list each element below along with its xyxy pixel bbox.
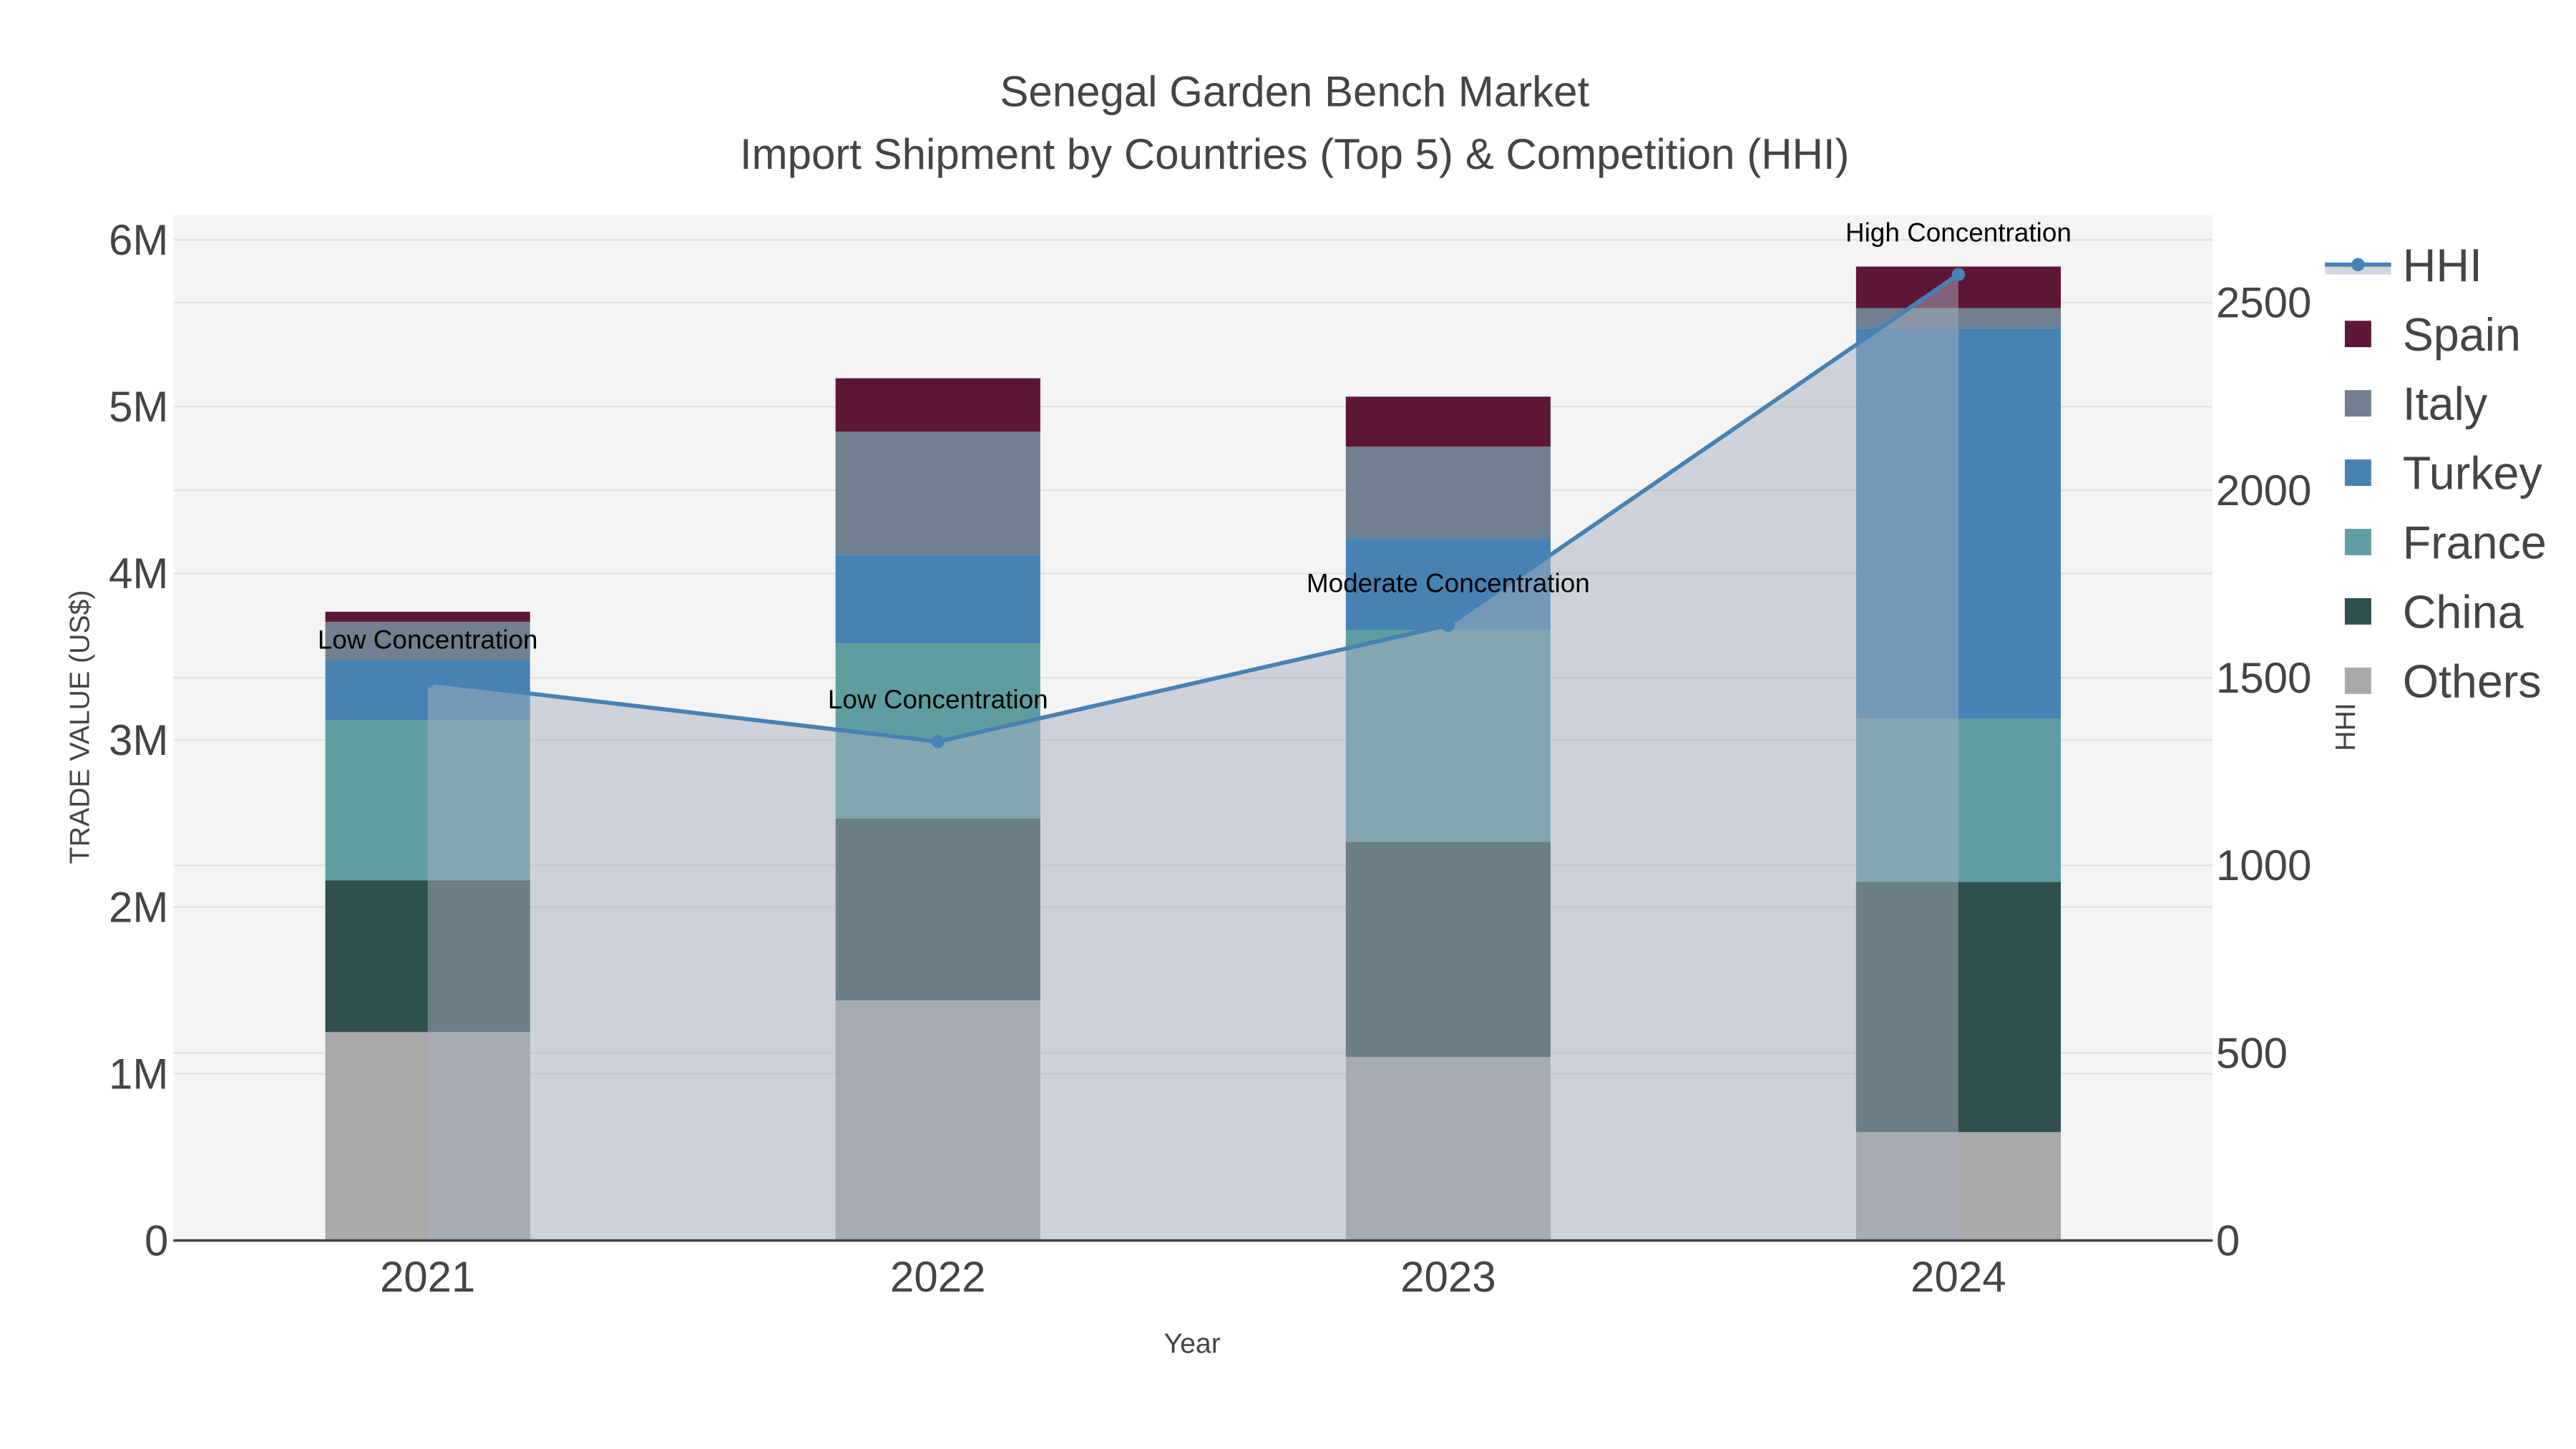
legend-label-spain: Spain [2403, 309, 2521, 361]
y2-tick-label: 2000 [2216, 467, 2311, 514]
legend-swatch-spain [2344, 321, 2371, 348]
chart-subtitle: Import Shipment by Countries (Top 5) & C… [740, 130, 1850, 178]
bar-italy-2022 [835, 431, 1040, 555]
y-tick-label: 5M [109, 383, 168, 431]
legend-label-france: France [2403, 517, 2547, 569]
legend-swatch-others [2344, 667, 2371, 694]
legend-label-italy: Italy [2403, 379, 2488, 430]
y-tick-label: 0 [145, 1216, 168, 1264]
hhi-point-2024 [1951, 268, 1966, 281]
legend-label-hhi: HHI [2403, 240, 2482, 291]
x-tick-label: 2024 [1911, 1253, 2006, 1301]
y2-tick-label: 1500 [2216, 654, 2311, 702]
y-tick-label: 1M [109, 1050, 168, 1098]
x-tick-label: 2021 [380, 1253, 475, 1301]
hhi-point-2022 [931, 735, 945, 748]
bar-spain-2021 [325, 611, 530, 622]
hhi-point-2021 [421, 675, 434, 688]
y2-tick-label: 0 [2216, 1216, 2240, 1264]
legend-swatch-china [2344, 597, 2371, 625]
legend-swatch-italy [2344, 390, 2371, 417]
y2-tick-label: 500 [2216, 1029, 2288, 1077]
y-tick-label: 3M [109, 716, 168, 764]
x-axis-title: Year [1164, 1328, 1221, 1360]
chart-title: Senegal Garden Bench Market [1000, 67, 1589, 115]
y-axis-title: TRADE VALUE (US$) [64, 590, 96, 864]
legend-label-china: China [2403, 587, 2524, 638]
legend-label-others: Others [2403, 655, 2542, 707]
bar-spain-2023 [1345, 396, 1551, 447]
x-tick-label: 2023 [1400, 1253, 1496, 1301]
y-tick-label: 4M [109, 550, 168, 597]
y2-tick-label: 2500 [2216, 279, 2311, 327]
chart: 0 1M 2M 3M 4M 5M 6M 0 500 1000 1500 2000 2500 2021 2… [0, 0, 2576, 1449]
y2-axis-title: HHI [2330, 703, 2361, 751]
hhi-point-2023 [1441, 618, 1455, 633]
hhi-annotation: Low Concentration [828, 685, 1048, 714]
y2-tick-label: 1000 [2216, 841, 2311, 889]
hhi-annotation: High Concentration [1845, 218, 2072, 247]
legend-swatch-turkey [2344, 459, 2371, 487]
hhi-annotation: Moderate Concentration [1307, 569, 1590, 598]
bar-turkey-2022 [835, 555, 1040, 644]
legend-swatch-france [2344, 529, 2371, 555]
y-tick-label: 2M [109, 883, 168, 931]
bar-italy-2023 [1345, 447, 1551, 539]
x-tick-label: 2022 [890, 1253, 985, 1301]
legend-label-turkey: Turkey [2403, 448, 2543, 499]
legend-hhi-marker-icon [2351, 258, 2365, 272]
hhi-annotation: Low Concentration [318, 625, 538, 654]
y-tick-label: 6M [109, 216, 168, 264]
bar-spain-2022 [835, 378, 1040, 432]
